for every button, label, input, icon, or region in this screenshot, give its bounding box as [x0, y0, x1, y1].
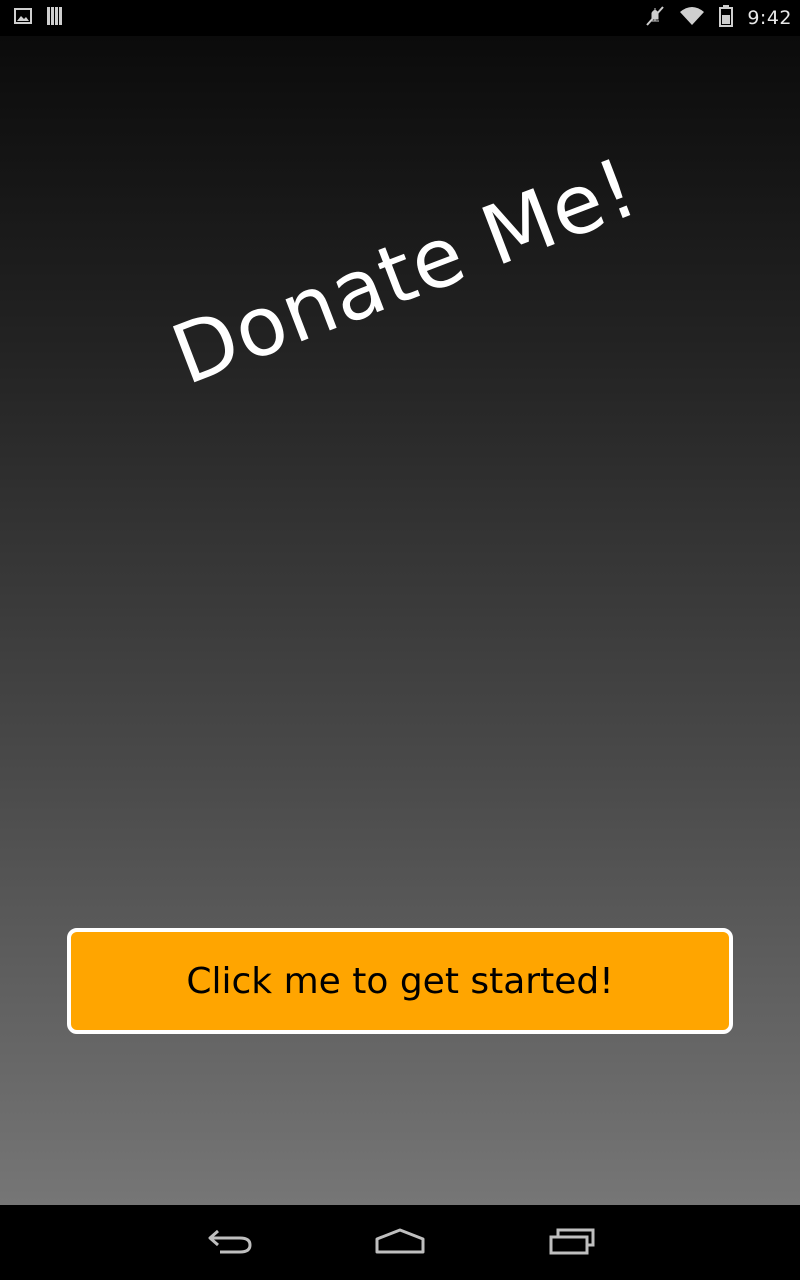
- mute-icon: [645, 5, 665, 31]
- status-time: 9:42: [747, 7, 792, 29]
- back-icon: [206, 1227, 254, 1259]
- recent-apps-icon: [548, 1227, 596, 1259]
- battery-icon: [719, 5, 734, 31]
- recent-apps-button[interactable]: [542, 1221, 602, 1265]
- back-button[interactable]: [200, 1221, 260, 1265]
- home-icon: [374, 1227, 426, 1259]
- status-bar: 9:42: [0, 0, 800, 36]
- page-title: Donate Me!: [160, 140, 650, 404]
- gallery-notification-icon: [14, 8, 32, 28]
- barcode-notification-icon: [46, 6, 64, 30]
- home-button[interactable]: [370, 1221, 430, 1265]
- navigation-bar: [0, 1205, 800, 1280]
- status-bar-right: 9:42: [645, 5, 792, 31]
- app-screen: 9:42 Donate Me! Click me to get started!: [0, 0, 800, 1280]
- wifi-icon: [679, 6, 705, 30]
- get-started-button[interactable]: Click me to get started!: [67, 928, 733, 1034]
- status-bar-left: [14, 6, 64, 30]
- main-content: Donate Me! Click me to get started!: [0, 36, 800, 1205]
